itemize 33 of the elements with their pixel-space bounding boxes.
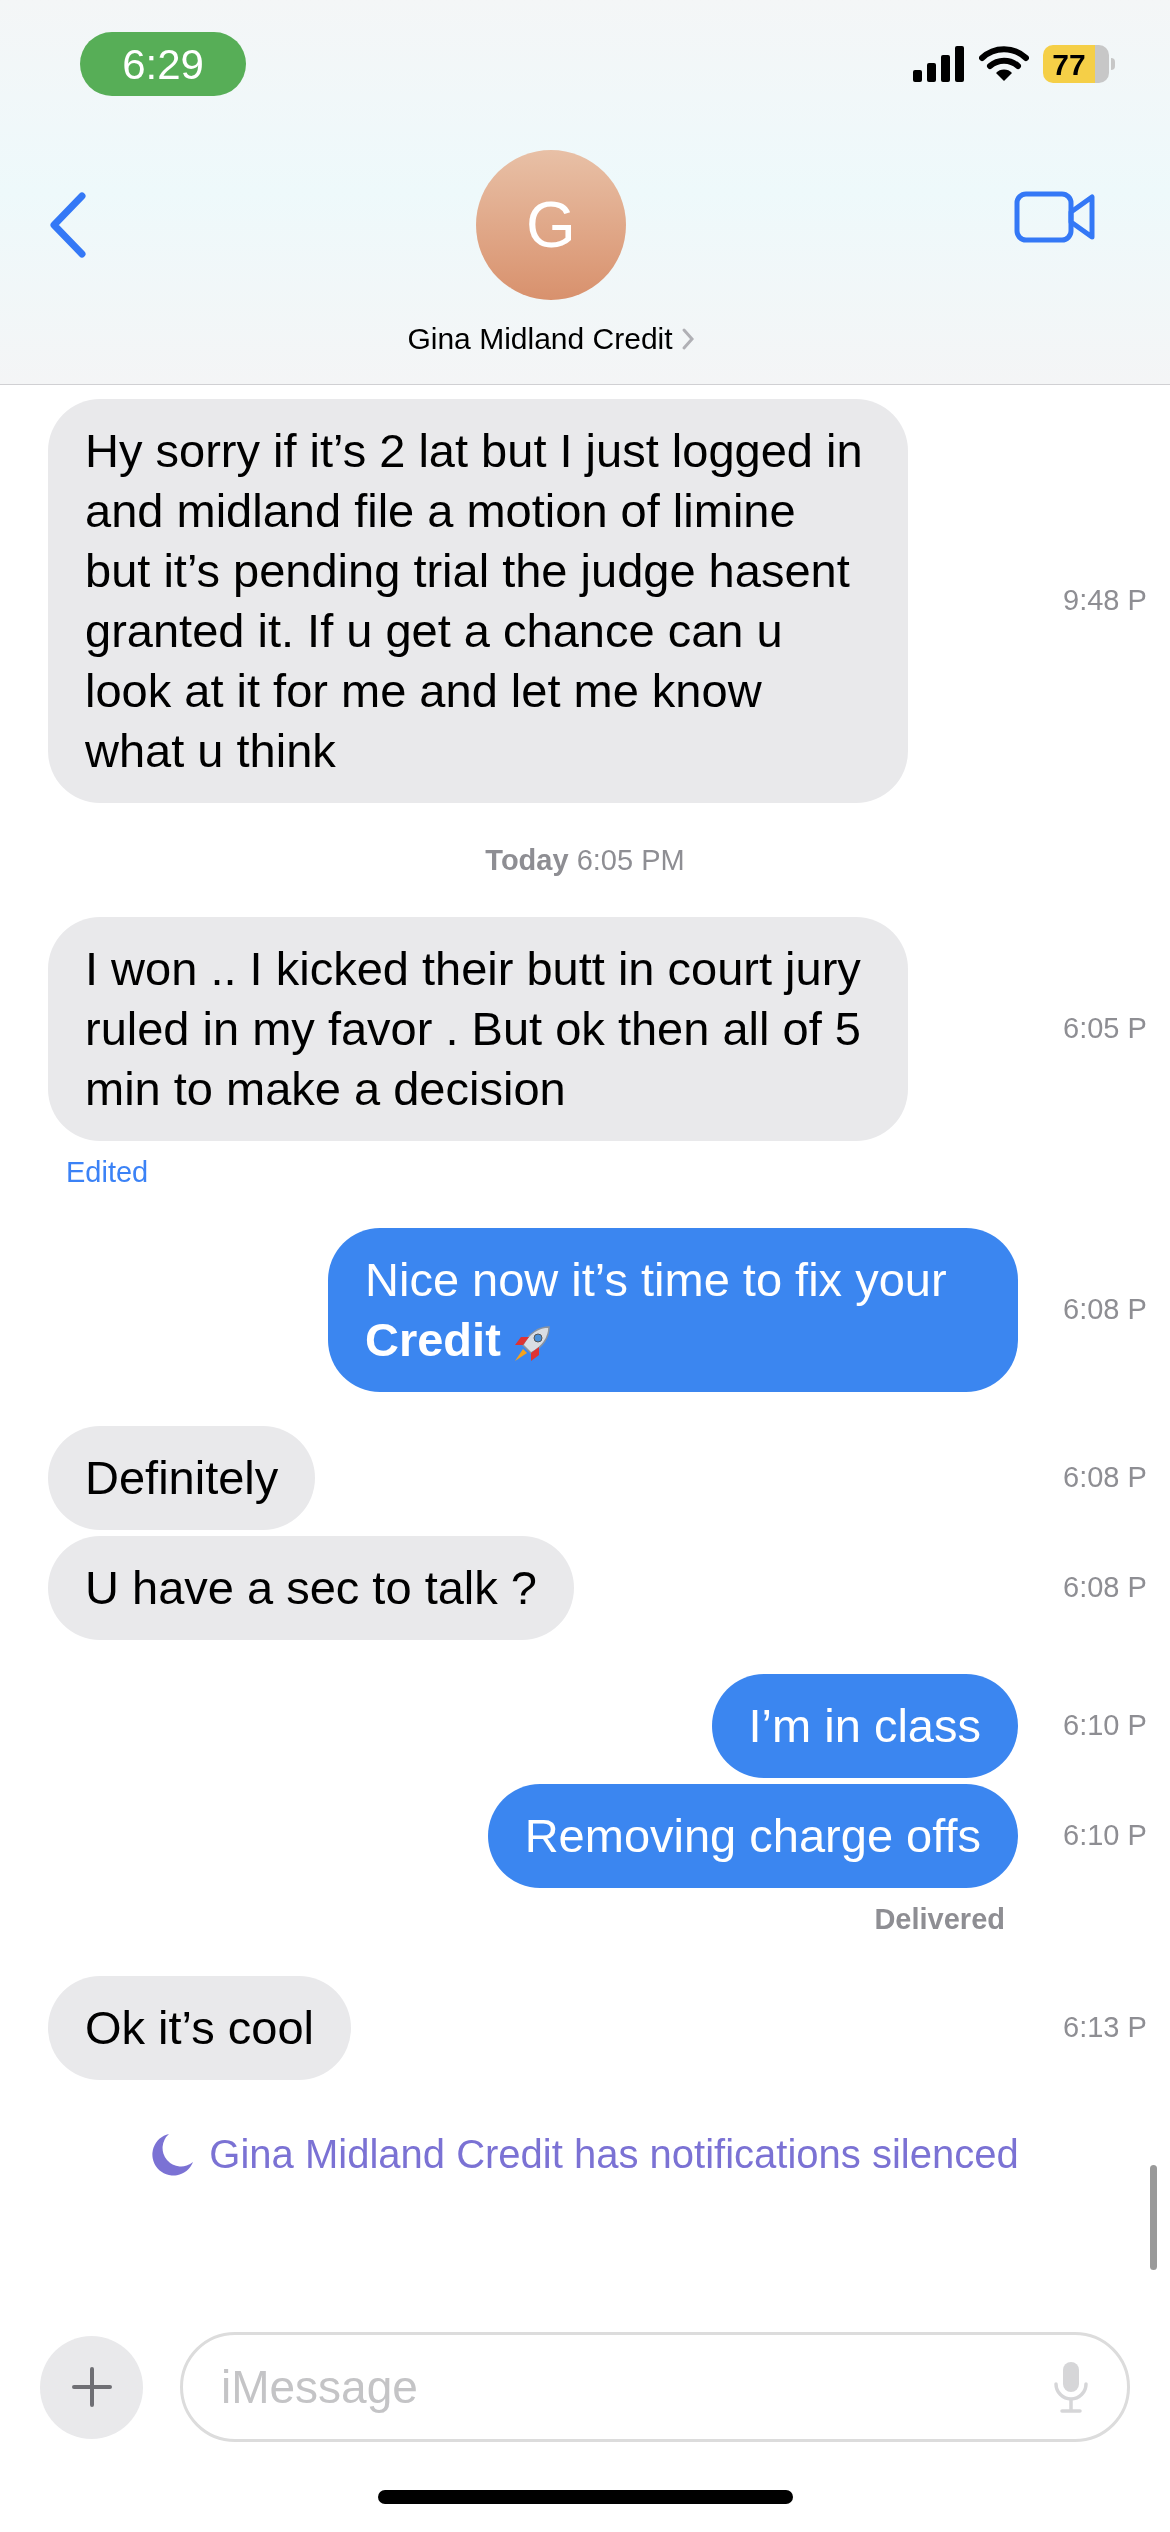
message-text: U have a sec to talk ?: [85, 1561, 537, 1614]
status-time: 6:29: [80, 32, 246, 96]
message-time: 6:10 P: [1063, 1818, 1148, 1854]
message-time: 6:08 P: [1063, 1460, 1148, 1496]
edited-label[interactable]: Edited: [66, 1155, 149, 1188]
silenced-notice: Gina Midland Credit has notifications silenced: [209, 2130, 1019, 2178]
avatar-initial: G: [526, 188, 576, 263]
contact-avatar[interactable]: G: [476, 150, 626, 300]
plus-icon: [70, 2366, 113, 2408]
message-text: Nice now it’s time to fix your Credit: [365, 1253, 947, 1366]
message-input[interactable]: iMessage: [221, 2352, 1053, 2422]
delivered-label: Delivered: [874, 1902, 1005, 1937]
message-text: I’m in class: [748, 1699, 981, 1752]
message-time: 6:05 P: [1063, 1010, 1148, 1046]
moon-icon: [151, 2131, 196, 2176]
date-divider: Today 6:05 PM: [485, 843, 685, 878]
message-time: 6:08 P: [1063, 1292, 1148, 1328]
message-text: I won .. I kicked their butt in court jury ruled in my favor . But ok then all of 5 min to make a decision: [85, 941, 861, 1115]
wifi-icon: [979, 45, 1029, 83]
message-text: Removing charge offs: [524, 1809, 981, 1862]
chevron-right-icon: [680, 326, 695, 351]
message-time: 6:08 P: [1063, 1570, 1148, 1606]
message-time: 6:10 P: [1063, 1708, 1148, 1744]
message-time: 6:13 P: [1063, 2009, 1148, 2045]
signal-icon: [913, 46, 965, 82]
message-text: Ok it’s cool: [85, 2000, 314, 2054]
message-time: 9:48 P: [1063, 583, 1148, 619]
message-text: Definitely: [85, 1451, 279, 1504]
message-field[interactable]: iMessage: [180, 2332, 1130, 2442]
contact-name[interactable]: Gina Midland Credit: [407, 316, 673, 361]
back-icon[interactable]: [48, 192, 88, 258]
message-text: Hy sorry if it’s 2 lat but I just logged in and midland file a motion of limine but it’s pending trial the judge hasent granted it. If u get a chance can u look at it for me and let me know what u think: [85, 424, 863, 777]
video-camera-icon[interactable]: [1014, 190, 1096, 244]
